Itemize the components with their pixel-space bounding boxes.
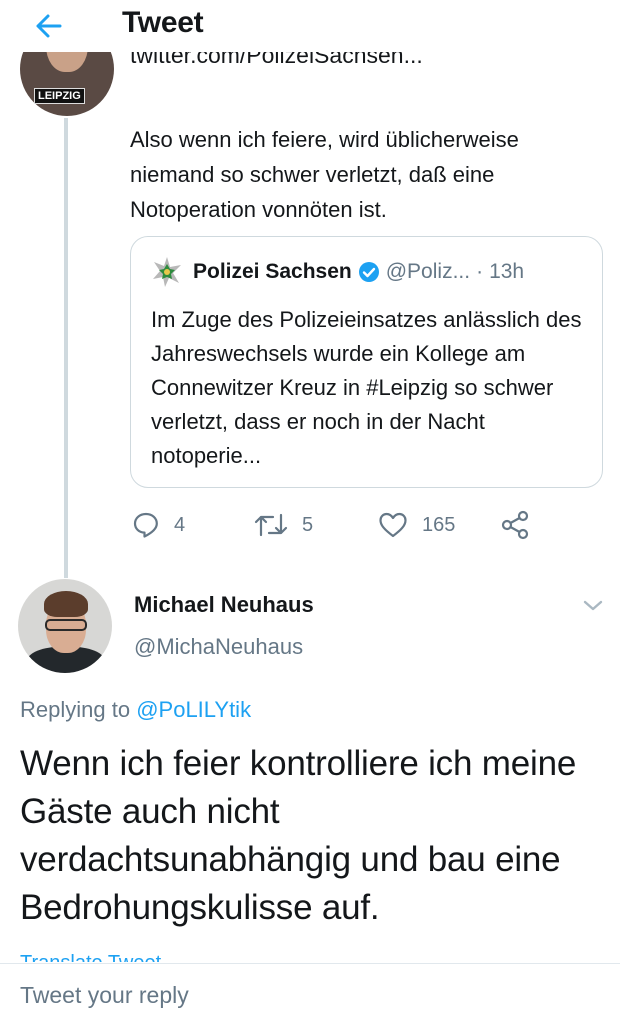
share-button[interactable] bbox=[500, 505, 544, 545]
tweet-menu-button[interactable] bbox=[580, 594, 606, 616]
reply-button[interactable]: 4 bbox=[132, 505, 185, 545]
author-avatar[interactable] bbox=[18, 579, 112, 673]
author-name[interactable]: Michael Neuhaus bbox=[134, 592, 314, 618]
page-title: Tweet bbox=[122, 6, 204, 39]
like-count: 165 bbox=[422, 513, 456, 536]
retweet-icon bbox=[254, 513, 288, 537]
share-icon bbox=[501, 510, 529, 540]
translate-tweet-link[interactable]: Translate Tweet bbox=[20, 950, 161, 962]
like-button[interactable]: 165 bbox=[378, 505, 455, 545]
retweet-count: 5 bbox=[302, 513, 314, 536]
verified-badge-icon bbox=[358, 262, 379, 282]
quoted-author-handle: @Poliz... bbox=[385, 260, 471, 283]
police-star-icon bbox=[153, 257, 181, 287]
previous-tweet-link[interactable]: twitter.com/PolizeiSachsen... bbox=[130, 50, 423, 76]
chevron-down-icon bbox=[583, 600, 603, 611]
replying-to: Replying to @PoLILYtik bbox=[20, 697, 251, 723]
quoted-tweet[interactable]: Polizei Sachsen @Poliz... · 13h Im Zuge … bbox=[130, 236, 603, 488]
replying-prefix: Replying to bbox=[20, 697, 131, 722]
previous-tweet-text: Also wenn ich feiere, wird üblicherweise… bbox=[130, 127, 519, 222]
reply-count: 4 bbox=[174, 513, 186, 536]
reply-input[interactable] bbox=[20, 982, 580, 1009]
heart-icon bbox=[379, 512, 407, 538]
reply-icon bbox=[133, 512, 158, 538]
tweet-actions: 4 5 165 bbox=[130, 505, 600, 545]
quoted-author-name: Polizei Sachsen bbox=[193, 260, 352, 283]
separator-dot: · bbox=[476, 260, 484, 283]
retweet-button[interactable]: 5 bbox=[254, 505, 313, 545]
reply-bar bbox=[0, 963, 620, 1025]
thread-connector bbox=[64, 118, 68, 578]
author-handle[interactable]: @MichaNeuhaus bbox=[134, 634, 303, 660]
quoted-tweet-header: Polizei Sachsen @Poliz... · 13h bbox=[151, 257, 524, 287]
top-bar: Tweet bbox=[0, 0, 620, 52]
quoted-timestamp: 13h bbox=[489, 260, 525, 283]
replying-mention-link[interactable]: @PoLILYtik bbox=[136, 697, 251, 722]
arrow-left-icon bbox=[36, 14, 62, 38]
tweet-text: Wenn ich feier kontrolliere ich meine Gä… bbox=[20, 744, 577, 927]
back-button[interactable] bbox=[30, 6, 70, 46]
avatar-tag: LEIPZIG bbox=[34, 88, 85, 104]
quoted-tweet-text: Im Zuge des Polizeieinsatzes anlässlich … bbox=[151, 307, 582, 468]
